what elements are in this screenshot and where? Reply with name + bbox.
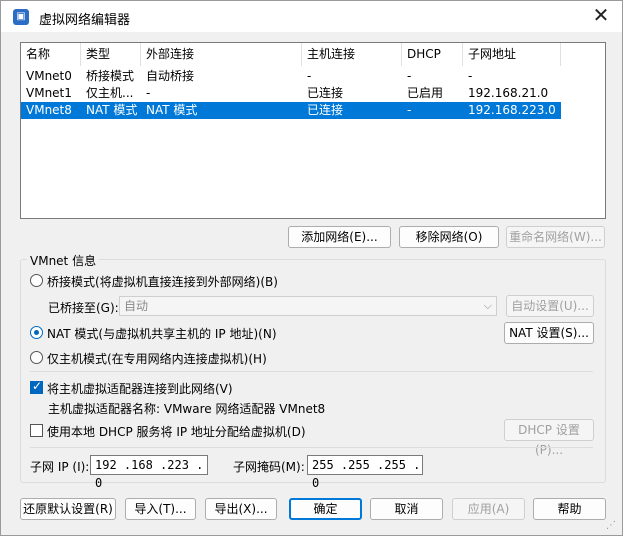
table-row-selected[interactable]: VMnet8 NAT 模式 NAT 模式 已连接 - 192.168.223.0 xyxy=(21,102,561,119)
cell-name: VMnet8 xyxy=(26,103,72,117)
cell-dhcp: - xyxy=(407,69,412,83)
cell-host: - xyxy=(307,69,312,83)
restore-defaults-button[interactable]: 还原默认设置(R) xyxy=(20,498,116,520)
title-bar: ▣ 虚拟网络编辑器 ✕ xyxy=(1,1,622,32)
cell-dhcp: 已启用 xyxy=(407,86,444,100)
cell-type: 桥接模式 xyxy=(86,69,135,83)
close-icon[interactable]: ✕ xyxy=(586,4,616,28)
adapter-name-text: 主机虚拟适配器名称: VMware 网络适配器 VMnet8 xyxy=(48,402,326,416)
network-list[interactable]: 名称 类型 外部连接 主机连接 DHCP 子网地址 VMnet0 桥接模式 自动… xyxy=(20,42,606,219)
bridged-to-label: 已桥接至(G): xyxy=(48,301,119,315)
divider xyxy=(30,371,593,372)
connect-adapter-checkbox[interactable] xyxy=(30,379,43,394)
table-row[interactable]: VMnet1 仅主机... - 已连接 已启用 192.168.21.0 xyxy=(21,85,561,102)
bridged-to-value: 自动 xyxy=(124,299,149,313)
ok-button[interactable]: 确定 xyxy=(289,498,362,520)
vmware-network-icon: ▣ xyxy=(13,9,29,25)
nat-mode-label[interactable]: NAT 模式(与虚拟机共享主机的 IP 地址)(N) xyxy=(47,325,277,342)
rename-network-button[interactable]: 重命名网络(W)... xyxy=(506,226,605,248)
cell-subnet: 192.168.21.0 xyxy=(468,86,549,100)
cell-external: 自动桥接 xyxy=(146,69,195,83)
subnet-mask-input[interactable]: 255 .255 .255 . 0 xyxy=(307,455,423,490)
chevron-down-icon: ⌵ xyxy=(483,299,492,312)
nat-settings-button[interactable]: NAT 设置(S)... xyxy=(504,322,594,344)
nat-mode-radio[interactable] xyxy=(30,326,43,339)
subnet-ip-input[interactable]: 192 .168 .223 . 0 xyxy=(90,455,208,490)
subnet-mask-label: 子网掩码(M): xyxy=(233,460,305,474)
add-network-button[interactable]: 添加网络(E)... xyxy=(288,226,391,248)
column-header-external[interactable]: 外部连接 xyxy=(141,43,302,66)
network-list-header: 名称 类型 外部连接 主机连接 DHCP 子网地址 xyxy=(21,43,605,66)
host-only-mode-radio[interactable] xyxy=(30,351,43,364)
cell-type: NAT 模式 xyxy=(86,103,138,117)
help-button[interactable]: 帮助 xyxy=(533,498,606,520)
bridge-mode-radio[interactable] xyxy=(30,274,43,287)
auto-settings-button[interactable]: 自动设置(U)... xyxy=(506,295,594,317)
bridge-mode-label[interactable]: 桥接模式(将虚拟机直接连接到外部网络)(B) xyxy=(47,273,278,290)
table-row[interactable]: VMnet0 桥接模式 自动桥接 - - - xyxy=(21,68,561,85)
column-header-dhcp[interactable]: DHCP xyxy=(402,43,463,66)
cell-subnet: 192.168.223.0 xyxy=(468,103,556,117)
cell-host: 已连接 xyxy=(307,103,344,117)
cell-type: 仅主机... xyxy=(86,86,134,100)
cell-host: 已连接 xyxy=(307,86,344,100)
column-header-type[interactable]: 类型 xyxy=(81,43,141,66)
column-header-name[interactable]: 名称 xyxy=(21,43,81,66)
remove-network-button[interactable]: 移除网络(O) xyxy=(399,226,499,248)
cell-dhcp: - xyxy=(407,103,412,117)
cell-external: NAT 模式 xyxy=(146,103,198,117)
column-header-subnet[interactable]: 子网地址 xyxy=(463,43,561,66)
column-header-host[interactable]: 主机连接 xyxy=(302,43,402,66)
subnet-ip-label: 子网 IP (I): xyxy=(30,460,90,474)
apply-button[interactable]: 应用(A) xyxy=(452,498,525,520)
window-title: 虚拟网络编辑器 xyxy=(39,13,131,28)
cell-subnet: - xyxy=(468,69,473,83)
virtual-network-editor-window: ▣ 虚拟网络编辑器 ✕ 名称 类型 外部连接 主机连接 DHCP 子网地址 VM… xyxy=(0,0,623,536)
export-button[interactable]: 导出(X)... xyxy=(205,498,277,520)
cell-external: - xyxy=(146,86,151,100)
divider xyxy=(30,447,593,448)
cancel-button[interactable]: 取消 xyxy=(370,498,443,520)
connect-adapter-label[interactable]: 将主机虚拟适配器连接到此网络(V) xyxy=(47,380,233,397)
use-dhcp-checkbox[interactable] xyxy=(30,424,43,437)
host-only-mode-label[interactable]: 仅主机模式(在专用网络内连接虚拟机)(H) xyxy=(47,350,267,367)
use-dhcp-label[interactable]: 使用本地 DHCP 服务将 IP 地址分配给虚拟机(D) xyxy=(47,423,306,440)
vmnet-info-label: VMnet 信息 xyxy=(27,252,100,269)
resize-grip-icon[interactable]: ⋰ xyxy=(606,520,618,532)
dhcp-settings-button[interactable]: DHCP 设置(P)... xyxy=(504,419,594,457)
bridged-to-select[interactable]: 自动 ⌵ xyxy=(119,296,497,316)
import-button[interactable]: 导入(T)... xyxy=(125,498,196,520)
cell-name: VMnet0 xyxy=(26,69,72,83)
cell-name: VMnet1 xyxy=(26,86,72,100)
